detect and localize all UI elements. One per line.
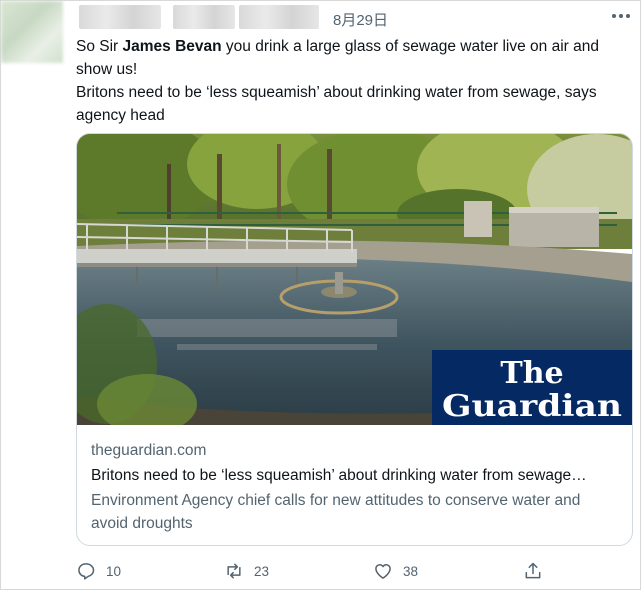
tweet-date[interactable]: 8月29日 [333,9,388,30]
handle-redacted[interactable] [173,5,235,29]
handle-redacted-2[interactable] [239,5,319,29]
share-icon [525,562,541,579]
logo-text-the: The [500,356,563,391]
card-domain[interactable]: theguardian.com [91,441,621,461]
reply-icon [78,563,95,580]
retweet-icon [227,563,241,579]
reply-button[interactable]: 10 [76,559,121,583]
tweet-container: 8月29日 So Sir James Bevan you drink a lar… [0,0,641,590]
card-image[interactable]: The Guardian [77,134,632,425]
display-name-redacted[interactable] [79,5,161,29]
retweet-count: 23 [254,563,270,579]
card-description[interactable]: Environment Agency chief calls for new a… [91,489,621,535]
logo-text-guardian: Guardian [442,389,622,424]
mentioned-name: James Bevan [122,38,222,55]
avatar[interactable] [1,1,63,63]
tweet-text-line: Britons need to be ‘less squeamish’ abou… [76,84,597,124]
more-options-icon[interactable] [611,13,631,19]
retweet-button[interactable]: 23 [224,559,269,583]
reply-count: 10 [106,563,122,579]
tweet-actions: 10 23 38 [76,559,636,583]
card-title[interactable]: Britons need to be ‘less squeamish’ abou… [91,466,619,486]
share-button[interactable] [523,559,543,583]
tweet-text: So Sir James Bevan you drink a large gla… [76,35,636,127]
link-card[interactable]: The Guardian theguardian.com Britons nee… [76,133,633,546]
heart-icon [375,564,391,579]
card-meta[interactable]: theguardian.com Britons need to be ‘less… [91,441,621,535]
tweet-text-part: So Sir [76,38,123,55]
like-count: 38 [403,563,419,579]
like-button[interactable]: 38 [373,559,418,583]
guardian-logo: The Guardian [432,350,632,425]
